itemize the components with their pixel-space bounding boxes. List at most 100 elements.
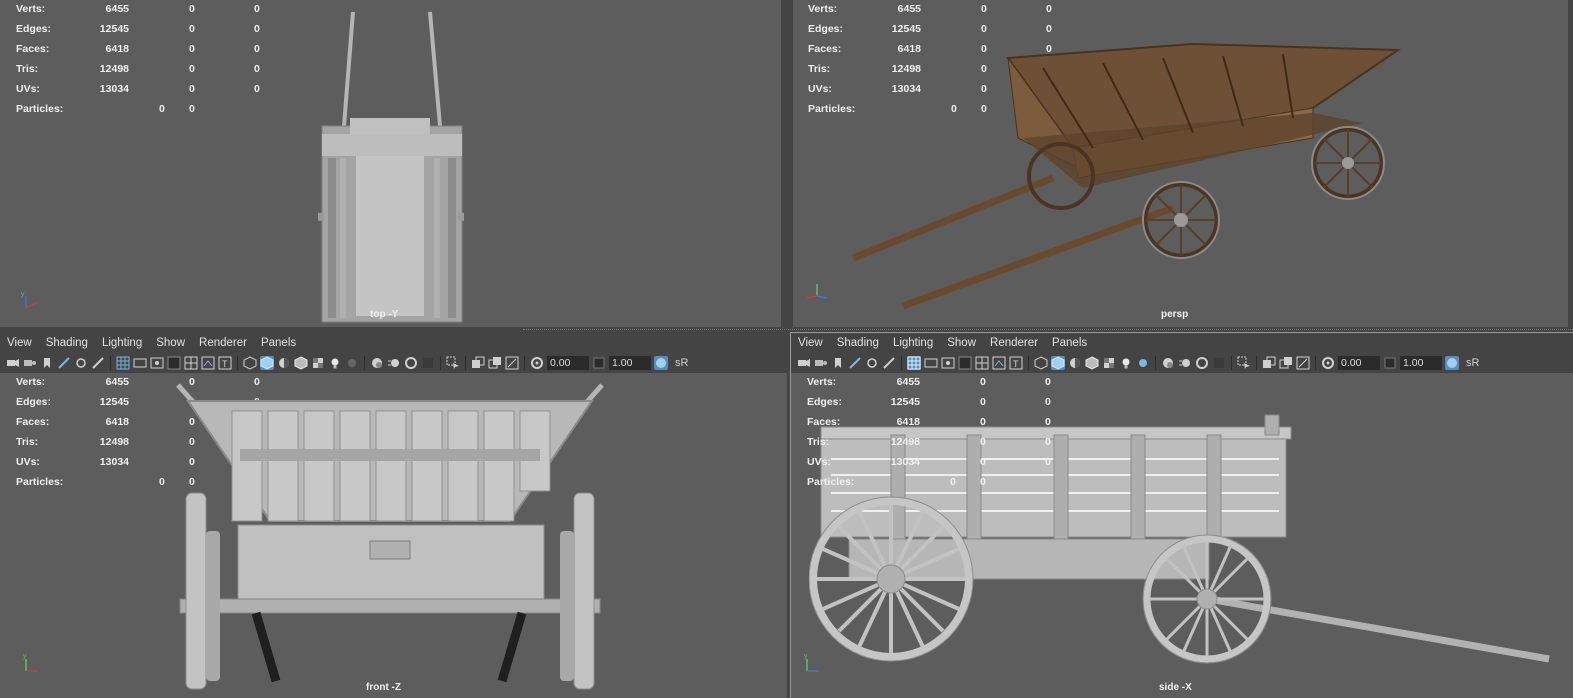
- menu-show[interactable]: Show: [149, 337, 192, 349]
- lights-icon[interactable]: [328, 356, 342, 370]
- resolution-gate-icon[interactable]: [941, 356, 955, 370]
- menu-renderer[interactable]: Renderer: [192, 337, 254, 349]
- cart-model-top[interactable]: [310, 8, 470, 326]
- svg-text:y: y: [21, 291, 25, 298]
- toolbar-separator: [110, 356, 111, 370]
- smooth-shade-icon[interactable]: [1051, 356, 1065, 370]
- xray-active-components-icon[interactable]: [488, 356, 502, 370]
- wireframe-icon[interactable]: [1034, 356, 1048, 370]
- depth-of-field-icon[interactable]: [1212, 356, 1226, 370]
- panel-toolbar: T 0.00 1.00 sR: [791, 353, 1573, 373]
- camera-attributes-icon[interactable]: [814, 356, 828, 370]
- field-chart-icon[interactable]: [975, 356, 989, 370]
- menu-view[interactable]: View: [0, 337, 39, 349]
- smooth-shade-icon[interactable]: [260, 356, 274, 370]
- view-transform-label[interactable]: sR: [1466, 357, 1479, 369]
- camera-attributes-icon[interactable]: [23, 356, 37, 370]
- gamma-icon[interactable]: [592, 356, 606, 370]
- xray-icon[interactable]: [1262, 356, 1276, 370]
- cart-model-side[interactable]: [809, 409, 1554, 697]
- lights-icon[interactable]: [1119, 356, 1133, 370]
- screen-space-ao-icon[interactable]: [1161, 356, 1175, 370]
- exposure-icon[interactable]: [1321, 356, 1335, 370]
- grease-pencil-icon[interactable]: [882, 356, 896, 370]
- exposure-icon[interactable]: [530, 356, 544, 370]
- film-gate-icon[interactable]: [133, 356, 147, 370]
- image-plane-icon[interactable]: [848, 356, 862, 370]
- anti-aliasing-icon[interactable]: [404, 356, 418, 370]
- color-management-icon[interactable]: [1445, 356, 1459, 370]
- xray-joints-icon[interactable]: [505, 356, 519, 370]
- svg-text:T: T: [222, 359, 228, 369]
- menu-lighting[interactable]: Lighting: [886, 337, 940, 349]
- two-d-pan-zoom-icon[interactable]: [865, 356, 879, 370]
- field-chart-icon[interactable]: [184, 356, 198, 370]
- select-camera-icon[interactable]: [797, 356, 811, 370]
- safe-action-icon[interactable]: [992, 356, 1006, 370]
- svg-text:T: T: [1013, 359, 1019, 369]
- view-transform-label[interactable]: sR: [675, 357, 688, 369]
- xray-joints-icon[interactable]: [1296, 356, 1310, 370]
- default-material-icon[interactable]: [1068, 356, 1082, 370]
- viewport-persp[interactable]: Verts: 6455 0 0 Edges: 12545 0 0 Faces: 6418 0 0 …: [793, 0, 1568, 327]
- viewport-side[interactable]: View Shading Lighting Show Renderer Pane…: [790, 332, 1573, 698]
- menu-lighting[interactable]: Lighting: [95, 337, 149, 349]
- shadows-icon[interactable]: [1136, 356, 1150, 370]
- exposure-field[interactable]: 0.00: [1338, 356, 1380, 370]
- grease-pencil-icon[interactable]: [91, 356, 105, 370]
- menu-view[interactable]: View: [791, 337, 830, 349]
- wireframe-on-shaded-icon[interactable]: [1085, 356, 1099, 370]
- axis-gizmo: y: [797, 651, 827, 675]
- gate-mask-icon[interactable]: [167, 356, 181, 370]
- viewport-front[interactable]: View Shading Lighting Show Renderer Pane…: [0, 333, 787, 698]
- cart-model-front[interactable]: [170, 381, 610, 697]
- toolbar-separator: [1028, 356, 1029, 370]
- two-d-pan-zoom-icon[interactable]: [74, 356, 88, 370]
- toolbar-separator: [465, 356, 466, 370]
- viewport-top[interactable]: Verts: 6455 0 0 Edges: 12545 0 0 Faces: 6418 0 0 …: [0, 0, 781, 327]
- menu-shading[interactable]: Shading: [830, 337, 886, 349]
- cart-model-persp[interactable]: [843, 38, 1403, 318]
- menu-panels[interactable]: Panels: [254, 337, 303, 349]
- toolbar-separator: [1256, 356, 1257, 370]
- safe-title-icon[interactable]: T: [218, 356, 232, 370]
- film-gate-icon[interactable]: [924, 356, 938, 370]
- color-management-icon[interactable]: [654, 356, 668, 370]
- wireframe-on-shaded-icon[interactable]: [294, 356, 308, 370]
- shadows-icon[interactable]: [345, 356, 359, 370]
- resolution-gate-icon[interactable]: [150, 356, 164, 370]
- default-material-icon[interactable]: [277, 356, 291, 370]
- textured-icon[interactable]: [311, 356, 325, 370]
- depth-of-field-icon[interactable]: [421, 356, 435, 370]
- isolate-select-icon[interactable]: [1237, 356, 1251, 370]
- gamma-field[interactable]: 1.00: [609, 356, 651, 370]
- menu-shading[interactable]: Shading: [39, 337, 95, 349]
- isolate-select-icon[interactable]: [446, 356, 460, 370]
- screen-space-ao-icon[interactable]: [370, 356, 384, 370]
- exposure-field[interactable]: 0.00: [547, 356, 589, 370]
- xray-active-components-icon[interactable]: [1279, 356, 1293, 370]
- gamma-icon[interactable]: [1383, 356, 1397, 370]
- bookmark-icon[interactable]: [40, 356, 54, 370]
- gamma-field[interactable]: 1.00: [1400, 356, 1442, 370]
- wireframe-icon[interactable]: [243, 356, 257, 370]
- grid-icon[interactable]: [907, 356, 921, 370]
- textured-icon[interactable]: [1102, 356, 1116, 370]
- select-camera-icon[interactable]: [6, 356, 20, 370]
- camera-label-front: front -Z: [366, 682, 401, 693]
- toolbar-separator: [1315, 356, 1316, 370]
- gate-mask-icon[interactable]: [958, 356, 972, 370]
- anti-aliasing-icon[interactable]: [1195, 356, 1209, 370]
- motion-blur-icon[interactable]: [1178, 356, 1192, 370]
- xray-icon[interactable]: [471, 356, 485, 370]
- motion-blur-icon[interactable]: [387, 356, 401, 370]
- menu-show[interactable]: Show: [940, 337, 983, 349]
- panel-divider[interactable]: [523, 329, 1573, 331]
- menu-panels[interactable]: Panels: [1045, 337, 1094, 349]
- bookmark-icon[interactable]: [831, 356, 845, 370]
- menu-renderer[interactable]: Renderer: [983, 337, 1045, 349]
- safe-title-icon[interactable]: T: [1009, 356, 1023, 370]
- safe-action-icon[interactable]: [201, 356, 215, 370]
- image-plane-icon[interactable]: [57, 356, 71, 370]
- grid-icon[interactable]: [116, 356, 130, 370]
